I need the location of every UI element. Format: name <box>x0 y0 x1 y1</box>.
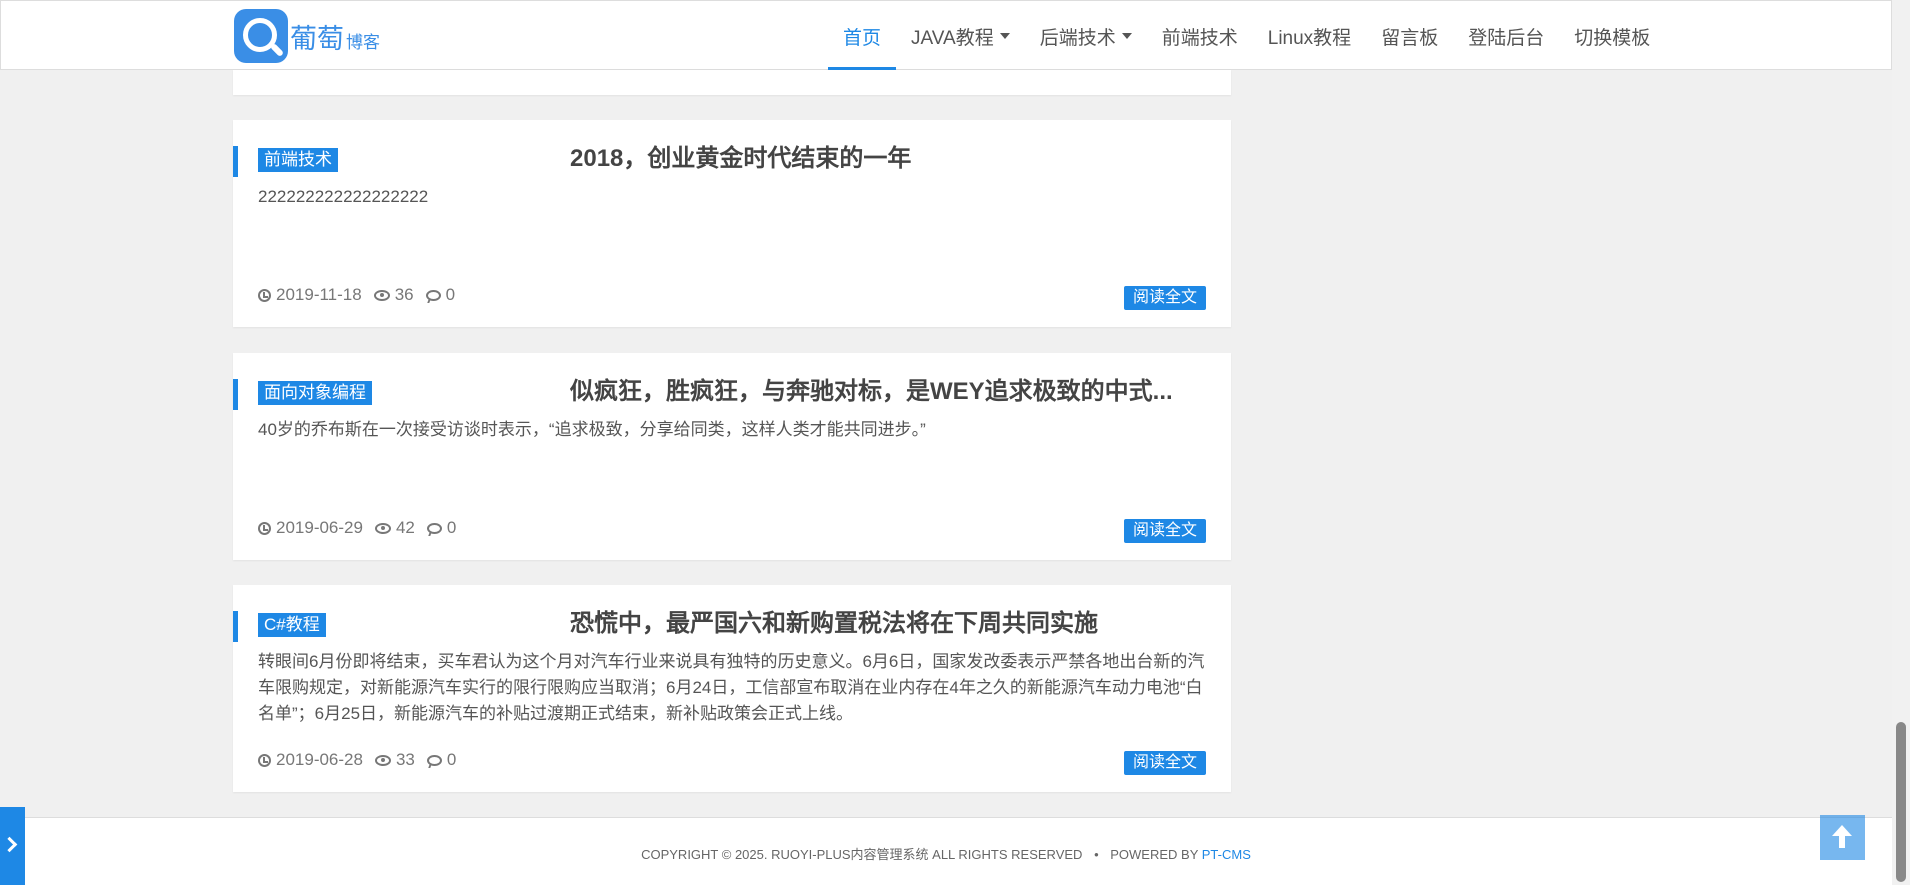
card-accent-bar <box>233 146 238 177</box>
read-more-button[interactable]: 阅读全文 <box>1123 519 1206 543</box>
post-date-text: 2019-11-18 <box>276 285 362 304</box>
post-views: 33 <box>374 750 415 770</box>
nav-item-label: 登陆后台 <box>1468 27 1545 49</box>
eye-icon <box>374 754 391 766</box>
nav-item-linux[interactable]: Linux教程 <box>1253 1 1366 71</box>
post-card: 面向对象编程 似疯狂，胜疯狂，与奔驰对标，是WEY追求极致的中式... 40岁的… <box>233 353 1231 560</box>
logo-sub-text: 博客 <box>346 32 380 53</box>
nav-item-label: 留言板 <box>1381 27 1439 49</box>
read-more-button[interactable]: 阅读全文 <box>1123 751 1206 775</box>
nav-item-label: 切换模板 <box>1574 27 1651 49</box>
post-views-count: 33 <box>395 750 415 769</box>
eye-icon <box>374 522 391 534</box>
nav-item-label: 首页 <box>843 27 882 49</box>
card-accent-bar <box>233 379 238 410</box>
post-comments: 0 <box>426 518 457 538</box>
sidebar-toggle-button[interactable] <box>0 807 25 885</box>
post-date: 2019-06-29 <box>258 518 363 538</box>
post-summary: 222222222222222222 <box>258 187 429 206</box>
nav-item-frontend[interactable]: 前端技术 <box>1147 1 1253 71</box>
post-comments: 0 <box>425 285 456 305</box>
nav-item-home[interactable]: 首页 <box>828 1 897 71</box>
comment-icon <box>426 522 442 534</box>
post-summary: 40岁的乔布斯在一次接受访谈时表示，“追求极致，分享给同类，这样人类才能共同进步… <box>258 420 926 439</box>
nav-item-label: 前端技术 <box>1161 27 1238 49</box>
back-to-top-button[interactable] <box>1820 815 1865 860</box>
logo-text: 葡萄 博客 <box>290 17 380 56</box>
nav-item-java[interactable]: JAVA教程 <box>896 1 1025 71</box>
eye-icon <box>373 289 390 301</box>
read-more-button[interactable]: 阅读全文 <box>1123 286 1206 310</box>
site-logo[interactable]: 葡萄 博客 <box>234 9 380 63</box>
post-views-count: 36 <box>394 285 414 304</box>
main-nav: 首页 JAVA教程 后端技术 前端技术 Linux教程 留言板 登陆后台 切换模… <box>828 1 1665 71</box>
nav-item-backend[interactable]: 后端技术 <box>1025 1 1147 71</box>
post-views: 42 <box>374 518 415 538</box>
clock-icon <box>258 288 271 302</box>
post-comments: 0 <box>426 750 457 770</box>
previous-post-card <box>233 70 1231 95</box>
nav-item-label: 后端技术 <box>1039 27 1116 49</box>
arrow-up-stem <box>1839 835 1845 848</box>
post-views-count: 42 <box>395 518 415 537</box>
footer-text: COPYRIGHT © 2025. RUOYI-PLUS内容管理系统 ALL R… <box>0 844 1892 863</box>
nav-item-label: JAVA教程 <box>911 27 994 49</box>
footer-separator: • <box>1094 847 1099 862</box>
nav-item-label: Linux教程 <box>1267 27 1352 49</box>
comment-icon <box>425 289 441 301</box>
logo-magnifier-icon <box>234 9 288 63</box>
post-title[interactable]: 2018，创业黄金时代结束的一年 <box>570 142 1210 176</box>
post-date: 2019-11-18 <box>258 285 362 305</box>
post-comments-count: 0 <box>445 285 456 304</box>
post-summary: 转眼间6月份即将结束，买车君认为这个月对汽车行业来说具有独特的历史意义。6月6日… <box>258 652 1205 723</box>
scrollbar-thumb[interactable] <box>1896 722 1906 882</box>
post-meta: 2019-06-29 42 0 <box>258 518 468 538</box>
page-scrollbar[interactable] <box>1892 0 1910 885</box>
post-card: C#教程 恐慌中，最严国六和新购置税法将在下周共同实施 转眼间6月份即将结束，买… <box>233 585 1231 792</box>
post-comments-count: 0 <box>446 750 457 769</box>
clock-icon <box>258 753 271 767</box>
post-comments-count: 0 <box>446 518 457 537</box>
post-category-badge[interactable]: 前端技术 <box>258 148 338 172</box>
post-card: 前端技术 2018，创业黄金时代结束的一年 222222222222222222… <box>233 120 1231 327</box>
post-title[interactable]: 恐慌中，最严国六和新购置税法将在下周共同实施 <box>570 607 1210 641</box>
post-title[interactable]: 似疯狂，胜疯狂，与奔驰对标，是WEY追求极致的中式... <box>570 375 1210 409</box>
caret-down-icon <box>1121 33 1132 39</box>
nav-item-admin-login[interactable]: 登陆后台 <box>1453 1 1559 71</box>
post-views: 36 <box>373 285 414 305</box>
clock-icon <box>258 521 271 535</box>
post-category-badge[interactable]: C#教程 <box>258 613 326 637</box>
footer-powered-prefix: POWERED BY <box>1110 847 1199 862</box>
footer-copyright: COPYRIGHT © 2025. RUOYI-PLUS内容管理系统 ALL R… <box>641 847 1083 862</box>
comment-icon <box>426 754 442 766</box>
post-date-text: 2019-06-29 <box>276 518 363 537</box>
post-date-text: 2019-06-28 <box>276 750 363 769</box>
post-category-badge[interactable]: 面向对象编程 <box>258 381 372 405</box>
logo-main-text: 葡萄 <box>290 23 344 55</box>
nav-item-switch-template[interactable]: 切换模板 <box>1559 1 1665 71</box>
chevron-right-icon <box>1 836 18 853</box>
card-accent-bar <box>233 611 238 642</box>
site-footer: COPYRIGHT © 2025. RUOYI-PLUS内容管理系统 ALL R… <box>0 817 1892 885</box>
site-header: 葡萄 博客 首页 JAVA教程 后端技术 前端技术 Linux教程 留言板 登陆… <box>0 0 1892 71</box>
post-date: 2019-06-28 <box>258 750 363 770</box>
footer-powered-link[interactable]: PT-CMS <box>1202 847 1251 862</box>
nav-item-guestbook[interactable]: 留言板 <box>1366 1 1453 71</box>
post-meta: 2019-11-18 36 0 <box>258 285 467 305</box>
caret-down-icon <box>999 33 1010 39</box>
post-meta: 2019-06-28 33 0 <box>258 750 468 770</box>
